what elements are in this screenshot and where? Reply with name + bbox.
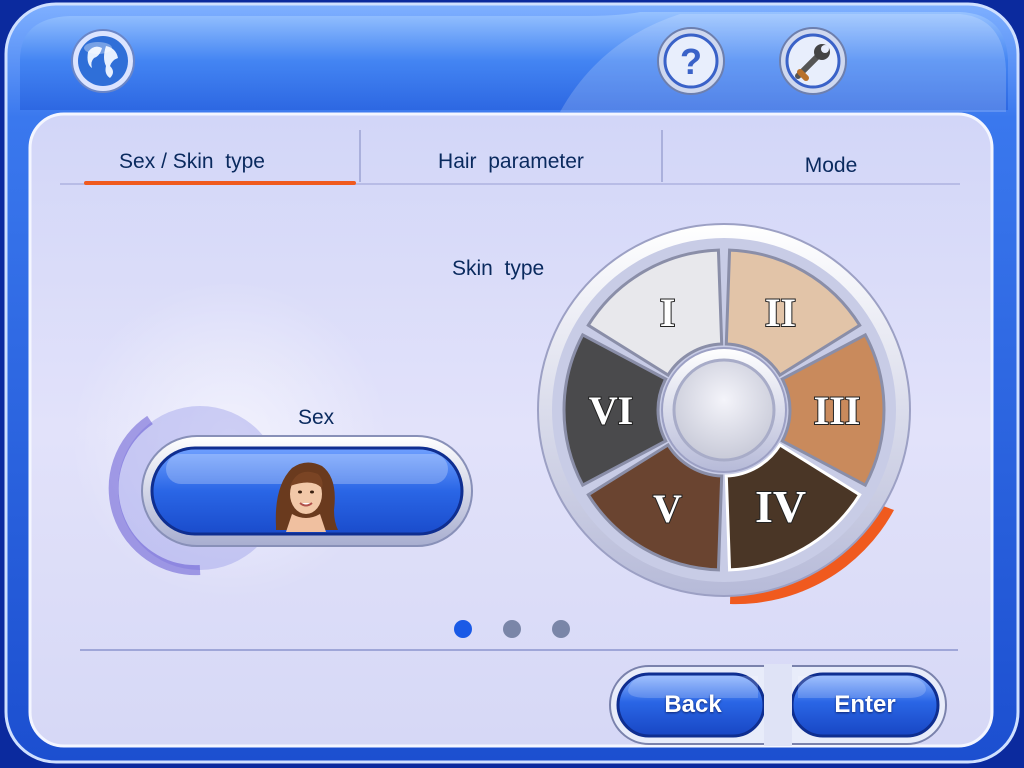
tab-mode[interactable]: Mode [700, 144, 962, 188]
skin-type-wheel: I IIIIIIVVVI [537, 223, 911, 605]
tools-icon[interactable] [778, 26, 848, 96]
enter-button[interactable]: Enter [792, 674, 938, 736]
female-avatar [268, 456, 344, 532]
tab-label: Hair parameter [438, 150, 584, 173]
skin-type-i-label: I [660, 290, 676, 335]
skin-type-ii-label: II [765, 290, 796, 335]
skin-type-vi-label: VI [589, 388, 633, 433]
help-icon[interactable]: ? [656, 26, 726, 96]
tab-hair-parameter[interactable]: Hair parameter [362, 140, 660, 184]
pager-dot-1[interactable] [454, 620, 472, 638]
skin-type-label: Skin type [452, 257, 545, 280]
sex-label: Sex [298, 406, 335, 429]
skin-type-v-label: V [653, 486, 682, 531]
tab-label: Sex / Skin type [119, 150, 265, 173]
tab-label: Mode [804, 154, 858, 177]
skin-type-iv-label: IV [755, 481, 806, 532]
svg-text:?: ? [680, 41, 702, 82]
pager-dot-2[interactable] [503, 620, 521, 638]
skin-type-iii-label: III [814, 388, 861, 433]
tab-sex-skin-type[interactable]: Sex / Skin type [60, 140, 324, 184]
pager-dot-3[interactable] [552, 620, 570, 638]
back-button[interactable]: Back [618, 674, 768, 736]
globe-icon[interactable] [70, 28, 136, 94]
